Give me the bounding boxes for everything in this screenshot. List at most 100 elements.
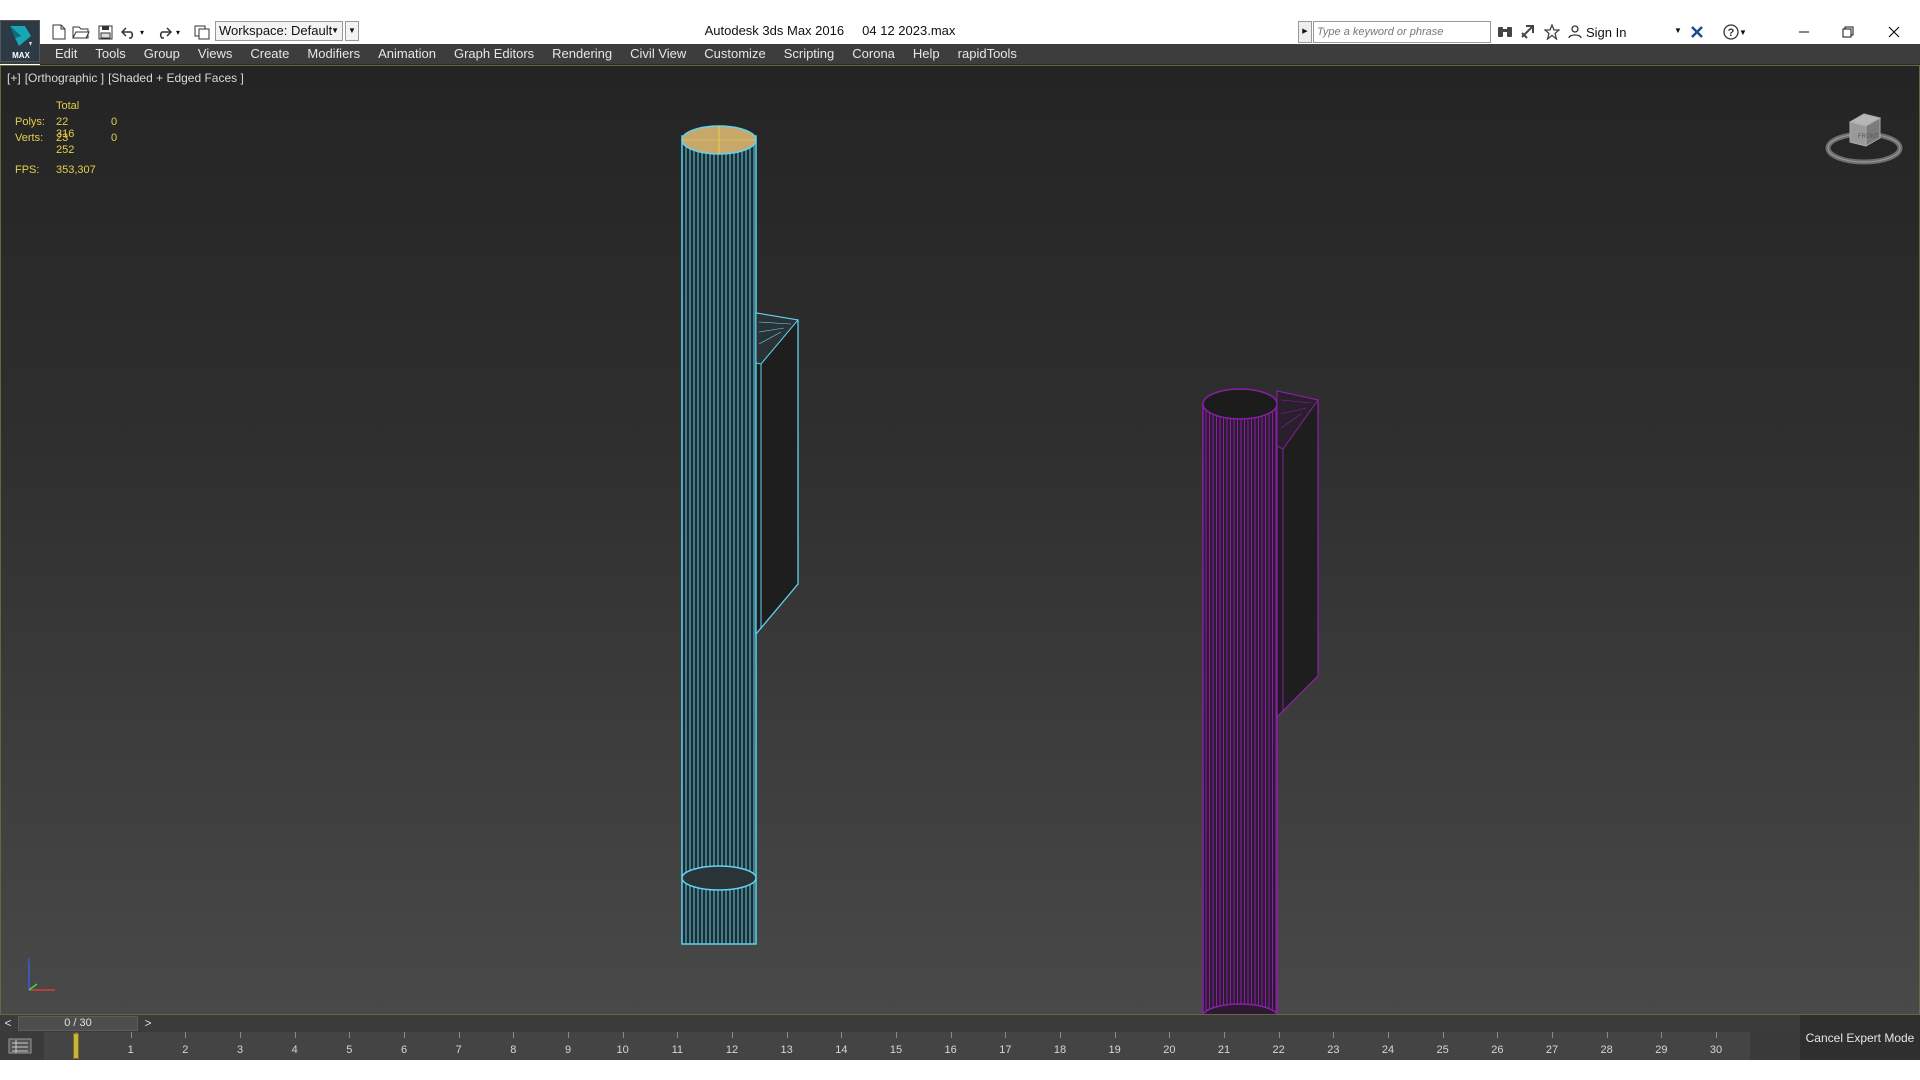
timeline-tick-mark — [1060, 1032, 1061, 1038]
timeline-tick-label: 20 — [1163, 1044, 1176, 1056]
timeline-tick-mark — [1497, 1032, 1499, 1038]
minimize-icon[interactable] — [1782, 20, 1826, 44]
new-file-icon[interactable] — [49, 22, 69, 42]
user-icon — [1568, 25, 1582, 39]
track-bar-area[interactable]: 0123456789101112131415161718192021222324… — [44, 1032, 1750, 1060]
timeline-tick-mark — [841, 1032, 843, 1038]
close-icon[interactable] — [1872, 20, 1916, 44]
timeline-tick-mark — [130, 1032, 132, 1038]
redo-icon[interactable] — [154, 22, 174, 42]
menu-tools[interactable]: Tools — [86, 44, 134, 64]
current-frame-marker[interactable] — [73, 1033, 79, 1059]
menu-civil-view[interactable]: Civil View — [621, 44, 695, 64]
timeline-tick-label: 6 — [400, 1044, 408, 1056]
workspace-dropdown[interactable]: Workspace: Default ▼ — [215, 21, 343, 41]
world-axis-tripod: z — [27, 957, 55, 991]
timeline-tick-label: 26 — [1491, 1044, 1504, 1056]
application-button[interactable]: MAX — [0, 20, 40, 62]
undo-icon[interactable] — [119, 22, 139, 42]
timeline-tick-label: 24 — [1381, 1044, 1395, 1056]
time-slider-track[interactable] — [158, 1015, 1800, 1032]
workspace-options-icon[interactable]: ▼ — [345, 21, 359, 41]
menu-create[interactable]: Create — [241, 44, 298, 64]
search-input[interactable] — [1313, 21, 1491, 43]
timeline-tick-mark — [349, 1032, 351, 1038]
app-logo-icon — [10, 26, 32, 46]
menu-animation[interactable]: Animation — [369, 44, 445, 64]
menu-edit[interactable]: Edit — [46, 44, 86, 64]
timeline-tick-mark — [513, 1032, 515, 1038]
open-file-icon[interactable] — [71, 22, 91, 42]
sign-in-label: Sign In — [1586, 24, 1627, 40]
cylinder-object-selected[interactable] — [681, 125, 799, 945]
timeline-tick-mark — [1114, 1032, 1116, 1038]
menu-corona[interactable]: Corona — [843, 44, 904, 64]
menu-group[interactable]: Group — [135, 44, 189, 64]
menu-bar: Edit Tools Group Views Create Modifiers Animat… — [40, 44, 1920, 65]
save-icon[interactable] — [95, 22, 115, 42]
autodesk-exchange-icon[interactable] — [1687, 22, 1707, 42]
sign-in-button[interactable]: Sign In — [1568, 22, 1626, 42]
timeline-tick-mark — [1169, 1032, 1171, 1038]
help-dropdown-icon[interactable]: ▼ — [1738, 22, 1748, 42]
binoculars-icon[interactable] — [1495, 22, 1515, 42]
cylinder-object[interactable] — [1202, 388, 1319, 1014]
timeline-tick-label: 15 — [889, 1044, 903, 1056]
timeline-tick-mark — [1333, 1032, 1335, 1038]
timeline-tick-label: 17 — [999, 1044, 1012, 1056]
viewcube-face-label: FRONT — [1858, 134, 1879, 140]
timeline-tick-label: 3 — [236, 1044, 244, 1056]
timeline-tick-mark — [1661, 1032, 1663, 1038]
timeline-tick-mark — [185, 1032, 187, 1038]
project-folder-icon[interactable] — [192, 22, 212, 42]
communication-center-icon[interactable] — [1518, 22, 1538, 42]
timeline-tick-label: 12 — [725, 1044, 739, 1056]
mini-curve-editor-icon[interactable] — [8, 1038, 34, 1056]
timeline-tick-label: 11 — [671, 1044, 684, 1056]
window-title: Autodesk 3ds Max 2016 04 12 2023.max — [704, 23, 956, 38]
undo-dropdown-icon[interactable]: ▾ — [137, 22, 147, 42]
menu-modifiers[interactable]: Modifiers — [298, 44, 369, 64]
status-bar — [0, 1060, 1920, 1080]
menu-rendering[interactable]: Rendering — [543, 44, 621, 64]
timeline-tick-label: 18 — [1053, 1044, 1067, 1056]
timeline-tick-label: 1 — [127, 1044, 134, 1056]
menu-help[interactable]: Help — [904, 44, 949, 64]
timeline-tick-mark — [622, 1032, 624, 1038]
timeline-tick-label: 19 — [1108, 1044, 1121, 1056]
cancel-expert-mode-button[interactable]: Cancel Expert Mode — [1800, 1015, 1920, 1060]
timeline-tick-mark — [1716, 1032, 1717, 1038]
search-expand-icon[interactable]: ▶ — [1298, 21, 1312, 43]
timeline-tick-label: 16 — [944, 1044, 957, 1056]
timeline-tick-label: 29 — [1655, 1044, 1668, 1056]
menu-customize[interactable]: Customize — [695, 44, 774, 64]
menu-scripting[interactable]: Scripting — [775, 44, 844, 64]
menu-rapidtools[interactable]: rapidTools — [949, 44, 1026, 64]
timeline-tick-mark — [568, 1032, 569, 1038]
timeline-tick-mark — [240, 1032, 241, 1038]
timeline-tick-mark — [732, 1032, 733, 1038]
timeline-tick-mark — [950, 1032, 952, 1038]
timeline-tick-mark — [294, 1032, 296, 1038]
chevron-down-icon: ▼ — [331, 26, 339, 35]
timeline-tick-label: 30 — [1709, 1044, 1723, 1056]
previous-frame-button[interactable]: < — [0, 1015, 16, 1032]
timeline-tick-label: 7 — [455, 1044, 462, 1056]
viewcube[interactable]: FRONT — [1821, 96, 1907, 168]
timeline-tick-label: 25 — [1436, 1044, 1449, 1056]
timeline-tick-label: 2 — [182, 1044, 189, 1056]
redo-dropdown-icon[interactable]: ▾ — [173, 22, 183, 42]
timeline-tick-mark — [404, 1032, 405, 1038]
time-slider-thumb[interactable]: 0 / 30 — [18, 1016, 138, 1031]
next-frame-button[interactable]: > — [140, 1015, 156, 1032]
timeline-tick-label: 23 — [1327, 1044, 1340, 1056]
menu-views[interactable]: Views — [189, 44, 241, 64]
chevron-down-icon[interactable]: ▼ — [1674, 26, 1682, 35]
time-slider[interactable]: < 0 / 30 > — [0, 1015, 1800, 1032]
timeline-tick-label: 28 — [1600, 1044, 1613, 1056]
restore-icon[interactable] — [1826, 20, 1870, 44]
perspective-viewport[interactable]: [+] [Orthographic ] [Shaded + Edged Face… — [0, 65, 1920, 1015]
favorites-star-icon[interactable] — [1542, 22, 1562, 42]
menu-graph-editors[interactable]: Graph Editors — [445, 44, 543, 64]
timeline-tick-label: 21 — [1217, 1044, 1231, 1056]
